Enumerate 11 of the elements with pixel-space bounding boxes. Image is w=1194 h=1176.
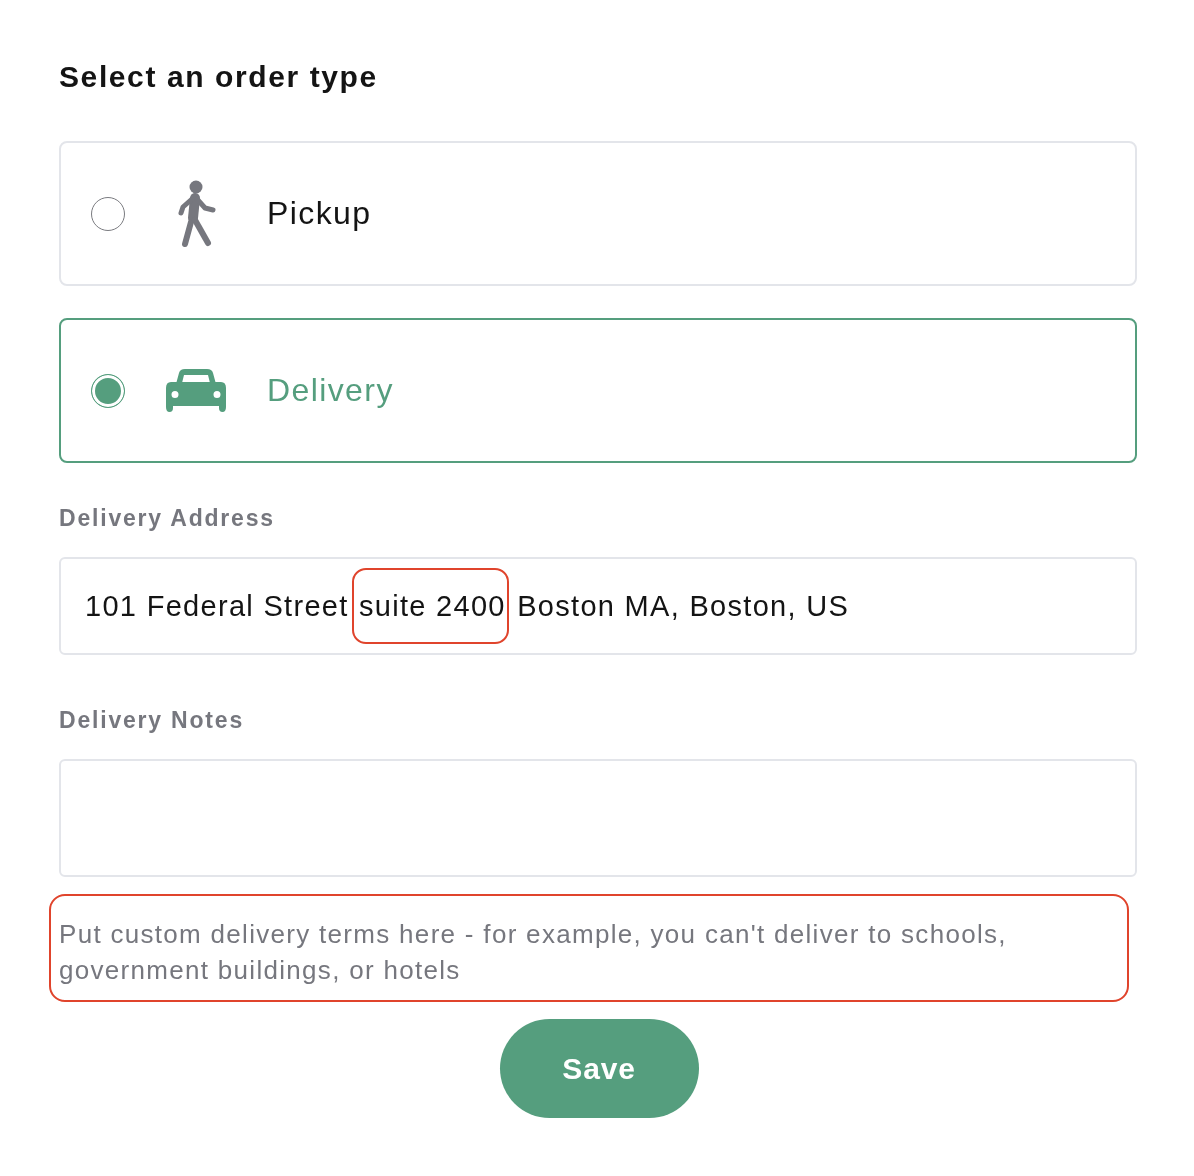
radio-button[interactable] <box>91 373 125 408</box>
car-icon <box>166 368 226 413</box>
order-type-option[interactable]: Pickup <box>59 141 1137 286</box>
field-label: Delivery Address <box>59 504 276 533</box>
section-heading: Select an order type <box>59 59 379 95</box>
highlight-outline: suite 2400 <box>351 568 509 644</box>
field-label: Delivery Notes <box>59 706 245 735</box>
notes-field[interactable] <box>59 759 1137 877</box>
address-field[interactable]: 101 Federal Street suite 2400 Boston MA, Boston, US <box>59 557 1137 655</box>
help-text: Put custom delivery terms here - for example, you can't deliver to schools, government buildings, or hotels <box>59 918 1008 987</box>
radio-button[interactable] <box>91 196 125 231</box>
